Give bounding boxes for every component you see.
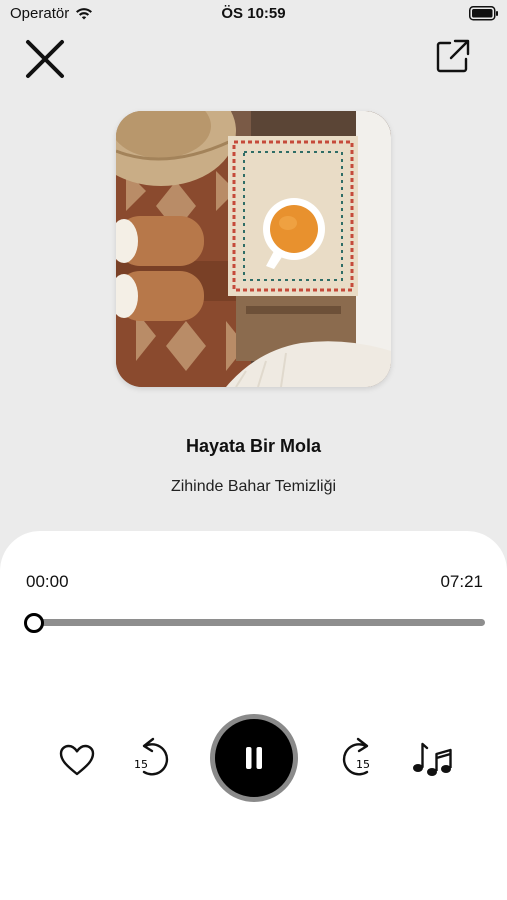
rewind-seconds-label: 15 bbox=[134, 758, 148, 771]
close-icon bbox=[26, 40, 64, 78]
share-icon bbox=[436, 39, 470, 73]
status-time: ÖS 10:59 bbox=[221, 5, 286, 22]
rewind-15-button[interactable]: 15 bbox=[131, 736, 175, 780]
progress-slider[interactable] bbox=[24, 612, 485, 633]
artwork-image bbox=[116, 111, 391, 387]
total-time: 07:21 bbox=[440, 572, 483, 591]
progress-thumb[interactable] bbox=[24, 612, 44, 633]
current-time: 00:00 bbox=[26, 572, 69, 591]
battery-icon bbox=[469, 6, 499, 26]
track-title: Hayata Bir Mola bbox=[185, 436, 322, 456]
status-bar: Operatör ÖS 10:59 bbox=[0, 0, 507, 28]
playlist-button[interactable] bbox=[410, 738, 454, 780]
share-button[interactable] bbox=[433, 36, 473, 76]
track-subtitle: Zihinde Bahar Temizliği bbox=[170, 478, 337, 495]
music-notes-icon bbox=[413, 742, 452, 776]
heart-icon bbox=[59, 744, 95, 776]
pause-button[interactable] bbox=[210, 714, 298, 802]
forward-15-button[interactable]: 15 bbox=[336, 736, 380, 780]
album-artwork bbox=[116, 111, 391, 387]
forward-seconds-label: 15 bbox=[356, 758, 370, 771]
close-button[interactable] bbox=[22, 36, 68, 82]
pause-icon bbox=[246, 747, 262, 769]
like-button[interactable] bbox=[56, 740, 98, 780]
